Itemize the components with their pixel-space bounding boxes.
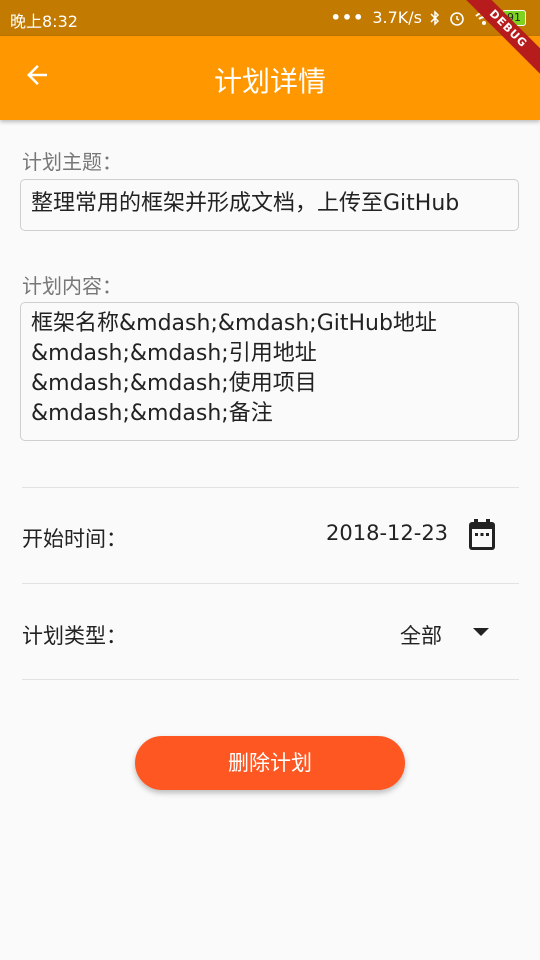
content-field[interactable]: 框架名称&mdash;&mdash;GitHub地址 &mdash;&mdash…	[20, 302, 519, 441]
network-speed: 3.7K/s	[372, 8, 422, 27]
start-time-label: 开始时间：	[22, 527, 127, 551]
divider	[22, 487, 519, 488]
divider	[22, 583, 519, 584]
alarm-icon	[450, 11, 464, 26]
topic-label: 计划主题：	[22, 150, 122, 174]
plan-type-label: 计划类型：	[22, 624, 127, 648]
start-time-value[interactable]: 2018-12-23	[326, 521, 448, 545]
app-bar: 计划详情	[0, 36, 540, 120]
calendar-button[interactable]	[467, 518, 497, 552]
bluetooth-icon	[430, 9, 440, 26]
plan-type-dropdown[interactable]: 全部	[396, 614, 506, 652]
dropdown-arrow-icon	[473, 628, 489, 636]
calendar-icon	[469, 519, 495, 550]
content-label: 计划内容：	[22, 274, 122, 298]
status-time: 晚上8:32	[10, 12, 78, 31]
topic-field[interactable]: 整理常用的框架并形成文档，上传至GitHub	[20, 179, 519, 231]
dots-icon: •••	[330, 8, 365, 27]
status-bar: 晚上8:32 ••• 3.7K/s 91	[0, 0, 540, 36]
delete-plan-button[interactable]: 删除计划	[135, 736, 405, 790]
page-title: 计划详情	[213, 65, 326, 98]
divider	[22, 679, 519, 680]
plan-type-value: 全部	[400, 624, 442, 648]
